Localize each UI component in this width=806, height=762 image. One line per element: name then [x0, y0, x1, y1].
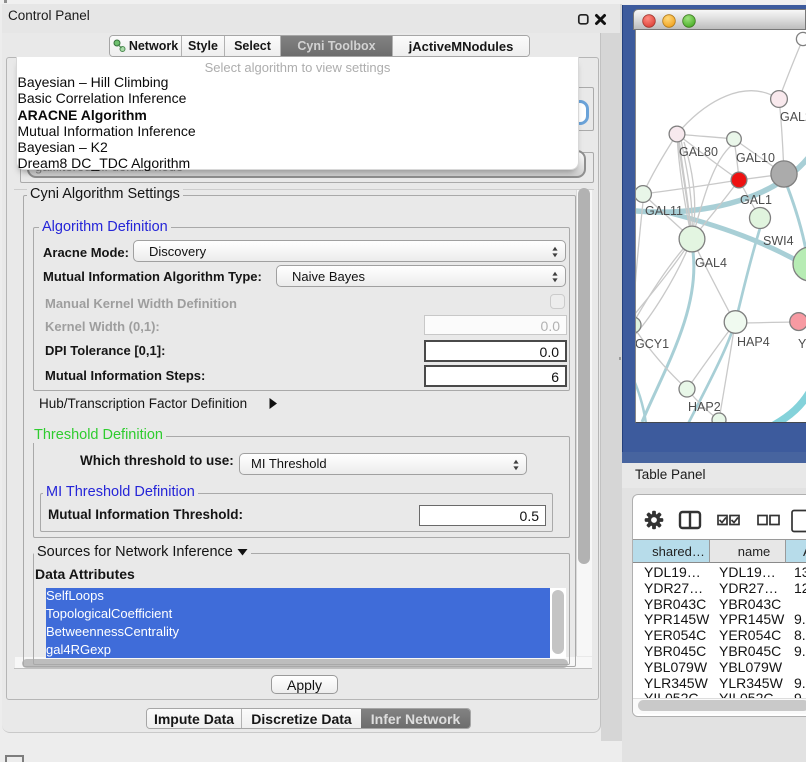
svg-text:GAL4: GAL4	[695, 256, 727, 270]
svg-text:GAL10: GAL10	[736, 151, 775, 165]
svg-text:GCY1: GCY1	[636, 337, 669, 351]
svg-text:HAP2: HAP2	[688, 400, 721, 414]
svg-text:GAL80: GAL80	[679, 145, 718, 159]
svg-text:SWI4: SWI4	[763, 234, 794, 248]
svg-text:HAP4: HAP4	[737, 335, 770, 349]
svg-text:Y: Y	[798, 337, 806, 351]
svg-text:GAL1: GAL1	[740, 193, 772, 207]
svg-text:GAL2: GAL2	[780, 110, 806, 124]
svg-text:GAL11: GAL11	[645, 204, 683, 218]
